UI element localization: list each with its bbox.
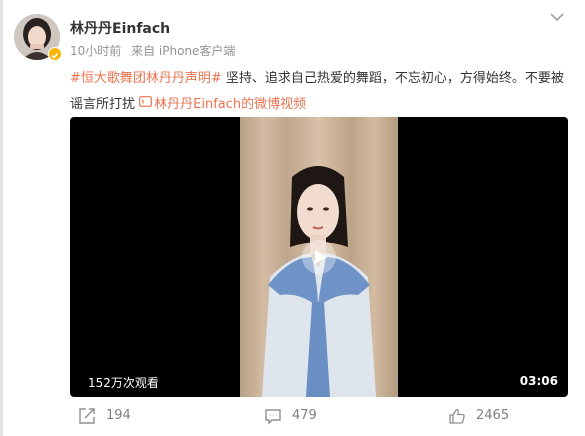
video-link-icon	[139, 91, 153, 116]
action-bar: 194 479 2465	[0, 398, 585, 436]
comment-button[interactable]: 479	[264, 406, 324, 426]
weibo-post-card: 林丹丹Einfach 10小时前 来自 iPhone客户端 #恒大歌舞团林丹丹声…	[0, 0, 585, 436]
username[interactable]: 林丹丹Einfach	[70, 18, 170, 38]
post-meta: 10小时前 来自 iPhone客户端	[70, 42, 241, 59]
play-icon	[315, 250, 327, 264]
view-count: 152万次观看	[88, 376, 159, 390]
topic-link[interactable]: #恒大歌舞团林丹丹声明#	[70, 71, 222, 86]
video-duration: 03:06	[519, 374, 558, 388]
like-button[interactable]: 2465	[448, 406, 510, 426]
video-link-label: 林丹丹Einfach的微博视频	[154, 97, 307, 112]
repost-icon	[79, 408, 95, 424]
verified-icon	[48, 47, 62, 61]
like-icon	[449, 408, 465, 424]
video-link[interactable]: 林丹丹Einfach的微博视频	[139, 96, 307, 112]
like-count: 2465	[476, 408, 510, 423]
repost-count: 194	[106, 408, 131, 423]
play-button[interactable]	[302, 240, 336, 274]
post-time[interactable]: 10小时前	[70, 44, 121, 58]
post-source: 来自 iPhone客户端	[131, 44, 236, 58]
repost-button[interactable]: 194	[78, 406, 138, 426]
post-text: #恒大歌舞团林丹丹声明# 坚持、追求自己热爱的舞蹈，不忘初心，方得始终。不要被谣…	[70, 66, 570, 118]
comment-icon	[265, 409, 281, 425]
video-player[interactable]: 152万次观看 03:06	[70, 117, 568, 397]
more-icon[interactable]	[549, 10, 565, 24]
comment-count: 479	[292, 408, 317, 423]
